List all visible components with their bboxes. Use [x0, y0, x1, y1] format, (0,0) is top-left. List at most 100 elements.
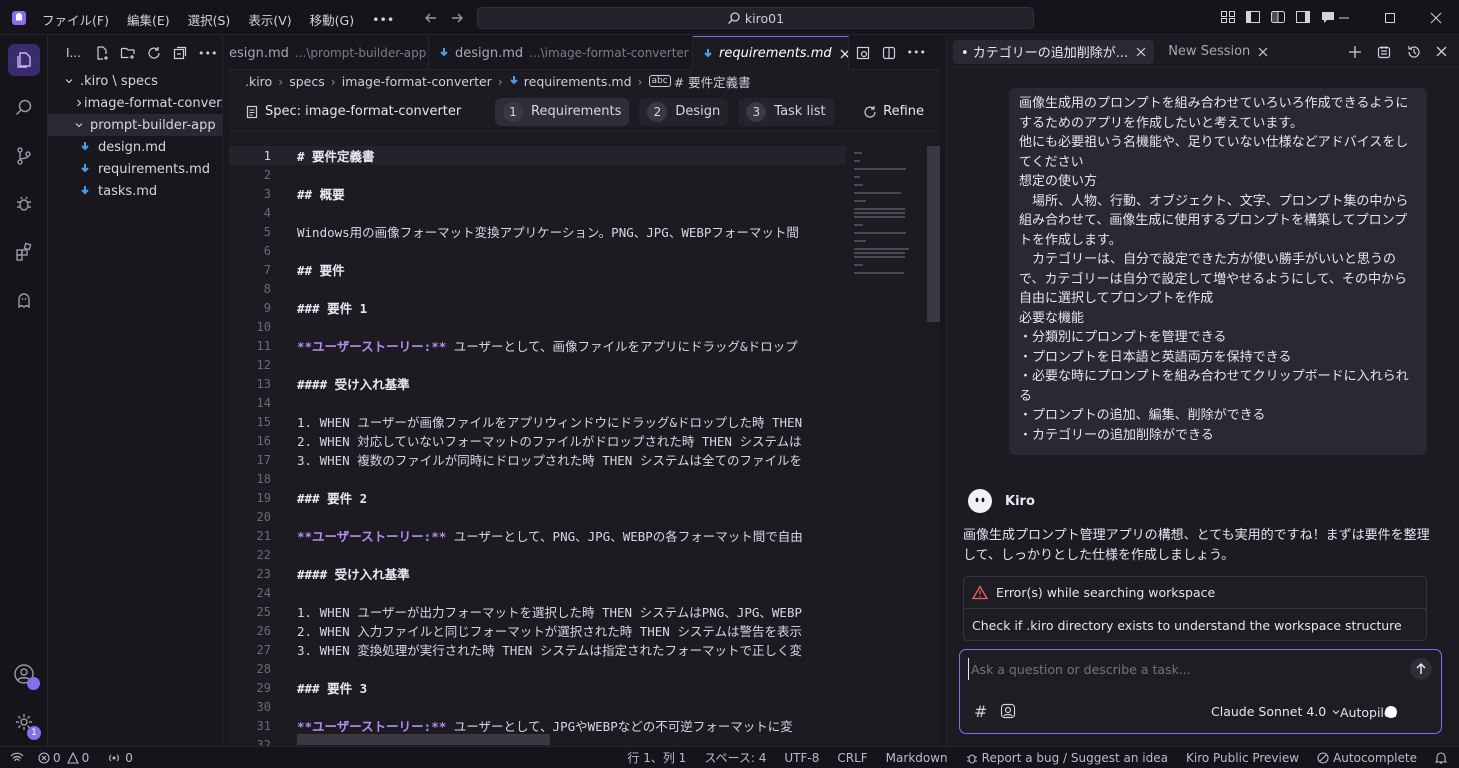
- chat-tab-new-session[interactable]: New Session: [1160, 40, 1276, 64]
- menu-more-button[interactable]: •••: [372, 12, 394, 27]
- code-editor[interactable]: 1 # 要件定義書 2 3 ## 概要 4 5 Windows用の画像フォーマット変換アプリケ…: [229, 146, 846, 746]
- breadcrumb-item[interactable]: image-format-converter: [342, 74, 492, 89]
- step-requirements[interactable]: 1 Requirements: [495, 97, 630, 126]
- code-line[interactable]: 4: [229, 203, 846, 222]
- source-control-activity[interactable]: [0, 132, 48, 180]
- send-button[interactable]: [1410, 658, 1432, 680]
- close-icon[interactable]: [1436, 46, 1447, 57]
- code-line[interactable]: 8: [229, 279, 846, 298]
- problems-indicator[interactable]: 0 0: [38, 751, 89, 765]
- tree-item-image-format-converter[interactable]: image-format-conver...: [48, 92, 222, 114]
- step-design[interactable]: 2 Design: [639, 97, 729, 126]
- code-line[interactable]: 28: [229, 659, 846, 678]
- explorer-activity[interactable]: [0, 36, 48, 84]
- forward-arrow-icon[interactable]: [449, 10, 465, 26]
- line-ending[interactable]: CRLF: [837, 751, 867, 765]
- menu-edit[interactable]: 編集(E): [127, 10, 170, 29]
- code-line[interactable]: 13 #### 受け入れ基準: [229, 374, 846, 393]
- extensions-activity[interactable]: [0, 228, 48, 276]
- back-arrow-icon[interactable]: [423, 10, 439, 26]
- tree-item-design-md[interactable]: design.md: [48, 136, 222, 158]
- editor-scrollbar-thumb[interactable]: [927, 146, 940, 322]
- code-line[interactable]: 24: [229, 583, 846, 602]
- settings-activity[interactable]: 1: [0, 698, 48, 746]
- code-line[interactable]: 17 3. WHEN 複数のファイルが同時にドロップされた時 THEN システムは…: [229, 450, 846, 469]
- new-folder-icon[interactable]: [120, 45, 136, 61]
- menu-selection[interactable]: 選択(S): [188, 10, 231, 29]
- chat-tab-current[interactable]: • カテゴリーの追加削除が...: [953, 39, 1155, 64]
- menu-view[interactable]: 表示(V): [248, 10, 291, 29]
- breadcrumb-item[interactable]: # 要件定義書: [674, 72, 751, 91]
- code-line[interactable]: 19 ### 要件 2: [229, 488, 846, 507]
- close-tab-icon[interactable]: [840, 49, 848, 59]
- code-line[interactable]: 7 ## 要件: [229, 260, 846, 279]
- code-line[interactable]: 5 Windows用の画像フォーマット変換アプリケーション。PNG、JPG、WEB…: [229, 222, 846, 241]
- history-icon[interactable]: [1406, 44, 1422, 60]
- chat-input[interactable]: [968, 658, 1388, 680]
- step-task-list[interactable]: 3 Task list: [738, 97, 834, 126]
- maximize-icon[interactable]: [1367, 0, 1413, 35]
- code-line[interactable]: 22: [229, 545, 846, 564]
- tab-requirements[interactable]: requirements.md: [693, 36, 849, 70]
- explorer-more-button[interactable]: •••: [198, 47, 217, 60]
- layout-customize-icon[interactable]: [1220, 9, 1236, 25]
- tool-error-row[interactable]: Error(s) while searching workspace: [964, 577, 1426, 609]
- command-center-search[interactable]: kiro01: [477, 7, 1034, 29]
- code-line[interactable]: 31 **ユーザーストーリー:** ユーザーとして、JPGやWEBPなどの不可逆フ…: [229, 716, 846, 735]
- code-line[interactable]: 25 1. WHEN ユーザーが出力フォーマットを選択した時 THEN システムは…: [229, 602, 846, 621]
- code-line[interactable]: 15 1. WHEN ユーザーが画像ファイルをアプリウィンドウにドラッグ&ドロップ…: [229, 412, 846, 431]
- menu-go[interactable]: 移動(G): [310, 10, 354, 29]
- code-line[interactable]: 10: [229, 317, 846, 336]
- code-line[interactable]: 18: [229, 469, 846, 488]
- code-line[interactable]: 11 **ユーザーストーリー:** ユーザーとして、画像ファイルをアプリにドラッグ…: [229, 336, 846, 355]
- code-line[interactable]: 1 # 要件定義書: [229, 146, 846, 165]
- editor-more-button[interactable]: •••: [907, 46, 926, 59]
- toggle-secondary-sidebar-icon[interactable]: [1295, 9, 1311, 25]
- close-window-icon[interactable]: [1413, 0, 1459, 35]
- tree-item-kiro-specs[interactable]: .kiro \ specs: [48, 70, 222, 92]
- code-line[interactable]: 21 **ユーザーストーリー:** ユーザーとして、PNG、JPG、WEBPの各フ…: [229, 526, 846, 545]
- code-line[interactable]: 6: [229, 241, 846, 260]
- breadcrumb-item[interactable]: specs: [289, 74, 325, 89]
- chat-history-list-icon[interactable]: [1376, 44, 1392, 60]
- run-debug-activity[interactable]: [0, 180, 48, 228]
- close-icon[interactable]: [1258, 47, 1268, 57]
- tab-design-image-format[interactable]: design.md ...\image-format-converter: [429, 36, 693, 70]
- code-line[interactable]: 20: [229, 507, 846, 526]
- code-line[interactable]: 12: [229, 355, 846, 374]
- ports-indicator[interactable]: 0: [107, 751, 133, 765]
- breadcrumb-item[interactable]: .kiro: [245, 74, 272, 89]
- image-attach-icon[interactable]: [1000, 703, 1016, 719]
- minimap[interactable]: [846, 146, 940, 746]
- tree-item-prompt-builder-app[interactable]: prompt-builder-app: [48, 114, 222, 136]
- tree-item-requirements-md[interactable]: requirements.md: [48, 158, 222, 180]
- code-line[interactable]: 3 ## 概要: [229, 184, 846, 203]
- accounts-activity[interactable]: [0, 650, 48, 698]
- horizontal-scrollbar-thumb[interactable]: [297, 734, 550, 745]
- hash-context-icon[interactable]: #: [974, 702, 987, 721]
- menu-file[interactable]: ファイル(F): [42, 10, 109, 29]
- breadcrumb-item[interactable]: requirements.md: [524, 74, 632, 89]
- new-file-icon[interactable]: [94, 45, 110, 61]
- report-bug-link[interactable]: Report a bug / Suggest an idea: [966, 751, 1168, 765]
- tree-item-tasks-md[interactable]: tasks.md: [48, 180, 222, 202]
- code-line[interactable]: 2: [229, 165, 846, 184]
- model-selector[interactable]: Claude Sonnet 4.0: [1211, 704, 1341, 719]
- code-line[interactable]: 14: [229, 393, 846, 412]
- toggle-sidebar-icon[interactable]: [1245, 9, 1261, 25]
- code-line[interactable]: 16 2. WHEN 対応していないフォーマットのファイルがドロップされた時 TH…: [229, 431, 846, 450]
- code-line[interactable]: 23 #### 受け入れ基準: [229, 564, 846, 583]
- cursor-position[interactable]: 行 1、列 1: [627, 749, 686, 766]
- collapse-all-icon[interactable]: [172, 45, 188, 61]
- split-editor-icon[interactable]: [881, 45, 897, 61]
- indentation[interactable]: スペース: 4: [704, 749, 766, 766]
- remote-icon[interactable]: [10, 752, 24, 764]
- close-icon[interactable]: [1136, 47, 1146, 57]
- encoding[interactable]: UTF-8: [784, 751, 819, 765]
- kiro-activity[interactable]: [0, 276, 48, 324]
- refine-button[interactable]: Refine: [863, 104, 924, 119]
- refresh-icon[interactable]: [146, 45, 162, 61]
- kiro-preview-label[interactable]: Kiro Public Preview: [1186, 751, 1299, 765]
- tab-design-prompt-builder[interactable]: esign.md ...\prompt-builder-app: [229, 36, 429, 70]
- autocomplete-toggle[interactable]: Autocomplete: [1317, 751, 1417, 765]
